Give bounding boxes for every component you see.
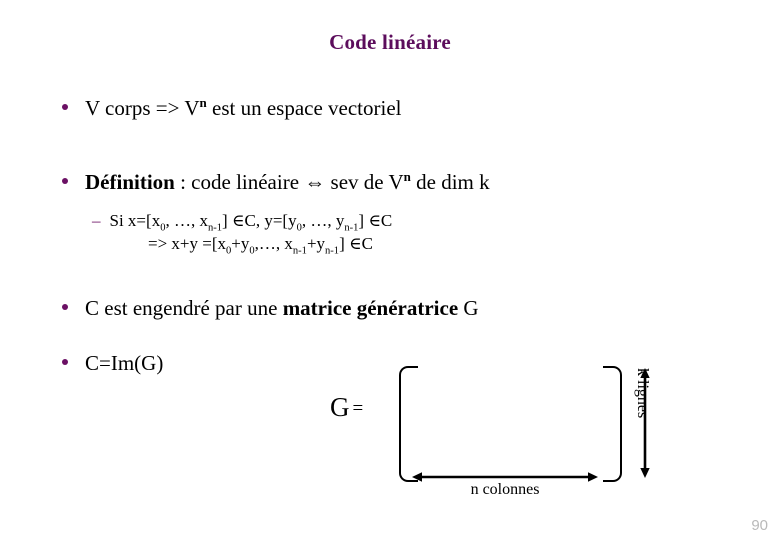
bullet-text-image-of-g: C=Im(G) — [85, 351, 164, 375]
bullet-dot-icon — [62, 359, 68, 365]
sub-bullet-closure-premise: – Si x=[x0, …, xn-1] ∈C, y=[y0, …, yn-1] … — [92, 211, 393, 234]
bullet-dot-icon — [62, 104, 68, 110]
matrix-label-letter: G — [330, 392, 350, 422]
matrix-equals-sign: = — [352, 398, 364, 419]
bullet-item-definition: Définition : code linéaire ⇔ sev de Vn d… — [62, 170, 490, 195]
matrix-label-g: G = — [330, 392, 363, 423]
bullet-dot-icon — [62, 304, 68, 310]
bullet-item-vector-space: V corps => Vn est un espace vectoriel — [62, 96, 402, 121]
sub-bullet-dash-icon: – — [92, 211, 101, 230]
bullet-text-definition: Définition : code linéaire ⇔ sev de Vn d… — [85, 169, 490, 194]
sub-bullet-text-premise: Si x=[x0, …, xn-1] ∈C, y=[y0, …, yn-1] ∈… — [109, 211, 393, 234]
bullet-text-vector-space: V corps => Vn est un espace vectoriel — [85, 95, 402, 120]
sub-bullet-closure-conclusion: => x+y =[x0+y0,…, xn-1+yn-1] ∈C — [148, 234, 373, 257]
sub-bullet-text-conclusion: => x+y =[x0+y0,…, xn-1+yn-1] ∈C — [148, 234, 373, 257]
bullet-dot-icon — [62, 178, 68, 184]
bullet-text-generator-matrix: C est engendré par une matrice génératri… — [85, 296, 479, 320]
matrix-bracket-left-icon — [399, 366, 418, 482]
rows-dimension-label: k lignes — [634, 368, 651, 419]
bullet-item-image-of-g: C=Im(G) — [62, 351, 163, 376]
matrix-bracket-right-icon — [603, 366, 622, 482]
columns-dimension-label: n colonnes — [470, 481, 540, 498]
page-title: Code linéaire — [329, 30, 451, 54]
slide-code-lineaire: Code linéaire V corps => Vn est un espac… — [0, 0, 780, 540]
slide-page-number: 90 — [751, 517, 768, 534]
bullet-item-generator-matrix: C est engendré par une matrice génératri… — [62, 296, 479, 321]
